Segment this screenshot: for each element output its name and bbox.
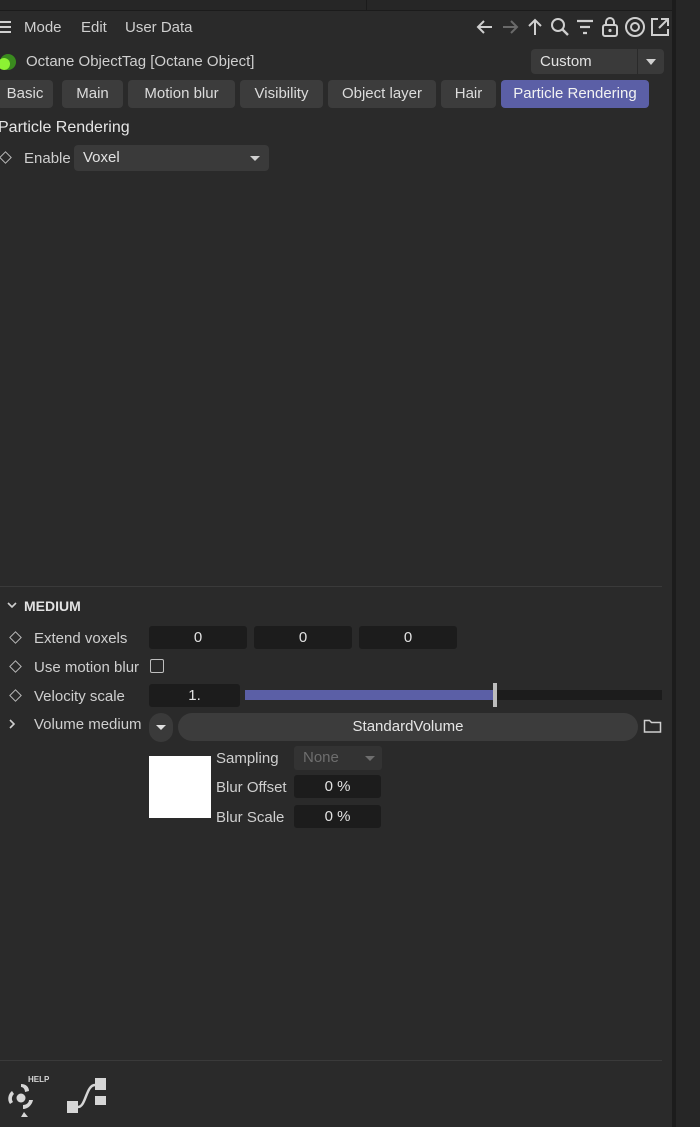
extend-voxels-z-field[interactable]: 0 — [359, 626, 457, 649]
use-motion-blur-label: Use motion blur — [34, 659, 140, 676]
tab-motion-blur[interactable]: Motion blur — [128, 80, 235, 108]
keyframe-diamond-icon[interactable] — [0, 151, 12, 164]
tab-particle-rendering[interactable]: Particle Rendering — [501, 80, 649, 108]
menu-edit[interactable]: Edit — [81, 19, 107, 36]
sampling-label: Sampling — [216, 750, 279, 767]
section-title: Particle Rendering — [0, 119, 130, 136]
slider-handle[interactable] — [493, 683, 497, 707]
chevron-down-icon — [250, 156, 260, 161]
top-strip — [0, 0, 672, 11]
extend-voxels-label: Extend voxels — [34, 630, 128, 647]
sampling-dropdown[interactable]: None — [294, 746, 382, 770]
chevron-down-icon — [156, 725, 166, 730]
use-motion-blur-checkbox[interactable] — [150, 659, 164, 673]
extend-voxels-y-field[interactable]: 0 — [254, 626, 352, 649]
enable-value: Voxel — [83, 149, 120, 166]
tab-main[interactable]: Main — [62, 80, 123, 108]
search-icon[interactable] — [549, 16, 571, 38]
blur-scale-field[interactable]: 0 % — [294, 805, 381, 828]
keyframe-diamond-icon[interactable] — [9, 631, 22, 644]
velocity-scale-label: Velocity scale — [34, 688, 125, 705]
node-editor-icon[interactable] — [66, 1077, 108, 1115]
divider — [0, 586, 662, 587]
chevron-down-icon — [646, 59, 656, 65]
preset-value: Custom — [540, 53, 592, 70]
enable-dropdown[interactable]: Voxel — [74, 145, 269, 171]
target-icon[interactable] — [624, 16, 646, 38]
extend-voxels-x-field[interactable]: 0 — [149, 626, 247, 649]
menu-mode[interactable]: Mode — [24, 19, 62, 36]
octane-tag-icon — [0, 52, 17, 72]
expand-chevron-icon[interactable] — [8, 717, 16, 729]
chevron-down-icon — [365, 756, 375, 761]
tab-object-layer[interactable]: Object layer — [328, 80, 436, 108]
preset-dropdown[interactable]: Custom — [531, 49, 664, 74]
keyframe-diamond-icon[interactable] — [9, 689, 22, 702]
velocity-scale-field[interactable]: 1. — [149, 684, 240, 707]
divider — [0, 1060, 662, 1061]
object-title: Octane ObjectTag [Octane Object] — [26, 53, 255, 70]
medium-header[interactable]: MEDIUM — [24, 598, 81, 614]
collapse-chevron-icon[interactable] — [7, 597, 17, 609]
menu-user-data[interactable]: User Data — [125, 19, 193, 36]
preset-divider — [637, 49, 638, 74]
external-window-icon[interactable] — [649, 16, 671, 38]
panel-edge — [676, 0, 700, 1127]
tab-hair[interactable]: Hair — [441, 80, 496, 108]
slider-fill — [245, 690, 495, 700]
blur-scale-label: Blur Scale — [216, 809, 285, 826]
keyframe-diamond-icon[interactable] — [9, 660, 22, 673]
volume-medium-link-field[interactable]: StandardVolume — [178, 713, 638, 741]
hamburger-menu-icon[interactable] — [0, 20, 12, 34]
arrow-right-icon[interactable] — [499, 16, 521, 38]
arrow-left-icon[interactable] — [474, 16, 496, 38]
tab-basic[interactable]: Basic — [0, 80, 53, 108]
volume-medium-label: Volume medium — [34, 716, 142, 733]
enable-label: Enable — [24, 150, 71, 167]
arrow-up-icon[interactable] — [524, 16, 546, 38]
filter-icon[interactable] — [574, 16, 596, 38]
blur-offset-field[interactable]: 0 % — [294, 775, 381, 798]
help-label: HELP — [28, 1075, 50, 1084]
divider — [366, 0, 367, 10]
velocity-scale-slider[interactable] — [245, 683, 662, 707]
tab-visibility[interactable]: Visibility — [240, 80, 323, 108]
volume-medium-menu-button[interactable] — [149, 713, 173, 742]
blur-offset-label: Blur Offset — [216, 779, 287, 796]
color-swatch[interactable] — [149, 756, 211, 818]
sampling-value: None — [303, 749, 339, 766]
lock-icon[interactable] — [599, 16, 621, 38]
folder-icon[interactable] — [643, 718, 662, 734]
